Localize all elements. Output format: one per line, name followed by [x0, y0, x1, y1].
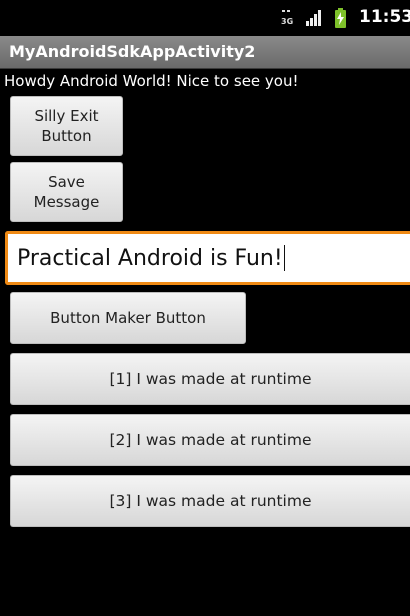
- button-maker-button[interactable]: Button Maker Button: [10, 292, 246, 344]
- save-message-button[interactable]: Save Message: [10, 162, 123, 222]
- message-edit-field[interactable]: Practical Android is Fun!: [5, 231, 410, 285]
- title-bar: MyAndroidSdkAppActivity2: [0, 36, 410, 69]
- runtime-button-2[interactable]: [2] I was made at runtime: [10, 414, 410, 466]
- runtime-button-3[interactable]: [3] I was made at runtime: [10, 475, 410, 527]
- app-title: MyAndroidSdkAppActivity2: [9, 42, 256, 61]
- runtime-button-1[interactable]: [1] I was made at runtime: [10, 353, 410, 405]
- status-clock: 11:53: [359, 7, 410, 27]
- silly-exit-button[interactable]: Silly Exit Button: [10, 96, 123, 156]
- battery-charging-icon: [335, 8, 346, 28]
- message-edit-value: Practical Android is Fun!: [17, 245, 283, 271]
- status-bar: 3G 11:53: [0, 0, 410, 36]
- svg-text:3G: 3G: [281, 17, 293, 26]
- greeting-text: Howdy Android World! Nice to see you!: [4, 72, 299, 90]
- 3g-icon: 3G: [281, 10, 293, 26]
- signal-bars-icon: [306, 10, 321, 26]
- text-cursor: [283, 245, 285, 271]
